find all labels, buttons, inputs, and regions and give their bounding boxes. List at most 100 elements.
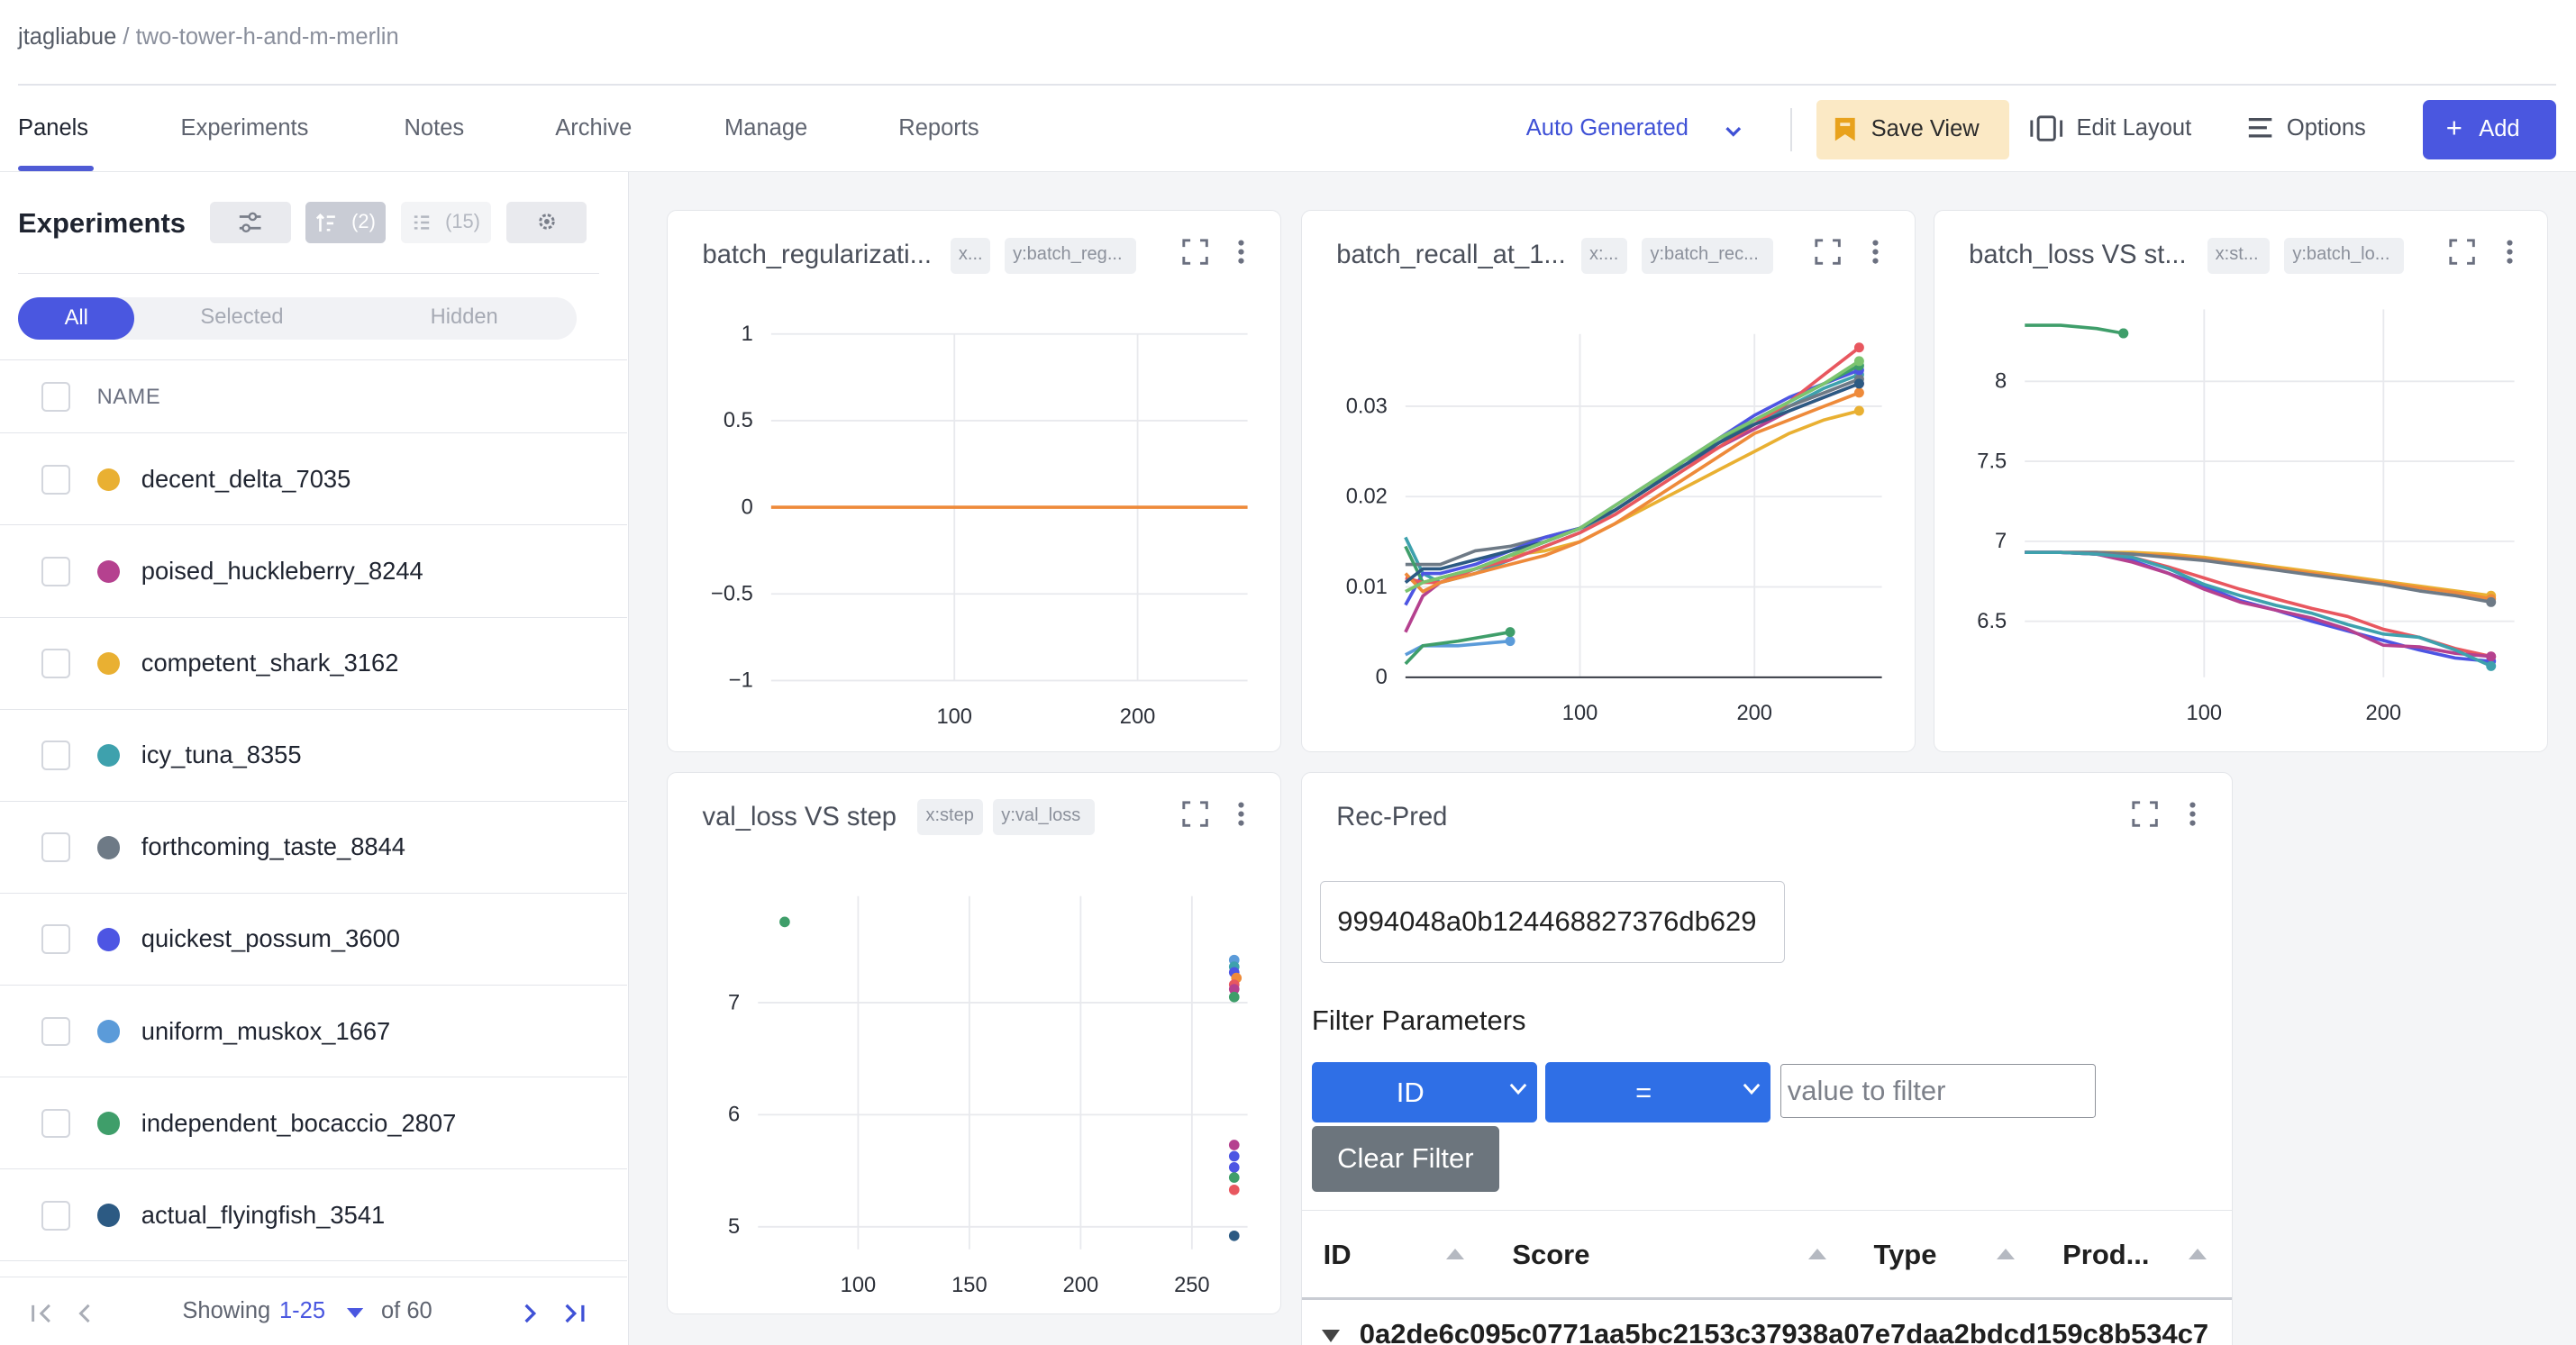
pager-total: of 60 [380,1298,432,1324]
segment-hidden[interactable]: Hidden [431,305,498,330]
first-page-icon[interactable] [30,1304,53,1323]
clear-filter-button[interactable]: Clear Filter [1311,1125,1499,1192]
view-select[interactable]: Auto Generated [1526,115,1741,141]
run-name[interactable]: competent_shark_3162 [141,649,399,677]
series-end-point [2486,661,2497,672]
filter-operator-select[interactable]: = [1544,1061,1770,1123]
filter-field-select[interactable]: ID [1311,1061,1537,1123]
columns-button[interactable]: (15) [400,202,492,243]
sort-arrow-icon[interactable] [2189,1249,2207,1259]
list-item[interactable]: quickest_possum_3600 [0,894,628,986]
run-color-dot[interactable] [96,651,121,676]
y-tick-label: 0.01 [1346,576,1388,599]
run-name[interactable]: quickest_possum_3600 [141,924,400,953]
chart-panel-batch-recall: batch_recall_at_1... x:... y:batch_rec..… [1300,210,1916,752]
list-item[interactable]: competent_shark_3162 [0,618,628,710]
prev-page-icon[interactable] [76,1304,92,1323]
row-checkbox[interactable] [41,464,71,495]
save-view-button[interactable]: Save View [1816,100,2009,159]
column-product[interactable]: Prod... [2062,1239,2149,1271]
filter-button[interactable] [210,202,291,243]
tab-reports[interactable]: Reports [898,115,979,141]
breadcrumb: jtagliabue / two-tower-h-and-m-merlin [18,24,399,50]
gear-icon [539,214,555,230]
segment-selected[interactable]: Selected [200,305,283,330]
run-color-dot[interactable] [96,468,121,492]
list-item[interactable]: decent_delta_7035 [0,433,628,526]
row-checkbox[interactable] [41,924,71,955]
list-item[interactable]: forthcoming_taste_8844 [0,802,628,894]
sort-button[interactable]: (2) [305,202,387,243]
tab-experiments[interactable]: Experiments [181,115,309,141]
sort-arrow-icon[interactable] [1997,1249,2016,1259]
tab-panels[interactable]: Panels [18,115,88,141]
user-id-input[interactable]: 9994048a0b124468827376db629 [1320,881,1785,964]
run-color-dot[interactable] [96,928,121,951]
run-color-dot[interactable] [96,743,121,768]
filter-value-input[interactable]: value to filter [1780,1063,2096,1118]
series-line [2025,323,2124,336]
column-type[interactable]: Type [1873,1239,1936,1271]
row-checkbox[interactable] [41,741,71,771]
row-checkbox[interactable] [41,1108,71,1139]
next-page-icon[interactable] [523,1304,539,1323]
chart-batch-loss[interactable]: 100 200 6.5 7 7.5 8 [1934,211,2548,752]
run-name[interactable]: icy_tuna_8355 [141,741,302,769]
row-checkbox[interactable] [41,1016,71,1047]
more-vertical-icon[interactable] [2188,801,2198,827]
run-name[interactable]: uniform_muskox_1667 [141,1017,390,1046]
list-item[interactable]: actual_flyingfish_3541 [0,1169,628,1262]
filter-field-value: ID [1396,1077,1425,1109]
tab-notes[interactable]: Notes [405,115,465,141]
run-color-dot[interactable] [96,559,121,584]
list-item[interactable]: poised_huckleberry_8244 [0,525,628,618]
name-column-header[interactable]: NAME [97,386,161,410]
column-score[interactable]: Score [1512,1239,1589,1271]
app: jtagliabue / two-tower-h-and-m-merlin Pa… [0,0,2576,1345]
run-color-dot[interactable] [96,1020,121,1043]
save-view-label: Save View [1871,116,1980,142]
x-tick-label: 200 [1063,1274,1099,1297]
last-page-icon[interactable] [563,1304,587,1323]
tab-manage[interactable]: Manage [724,115,807,141]
y-tick-label: 8 [1995,370,2007,394]
y-tick-label: 7 [728,991,740,1014]
chart-batch-recall[interactable]: 100 200 0 0.01 0.02 0.03 [1302,211,1916,752]
settings-button[interactable] [505,202,587,243]
expand-row-icon[interactable] [1321,1329,1340,1342]
run-name[interactable]: independent_bocaccio_2807 [141,1109,457,1138]
x-tick-label: 100 [841,1274,877,1297]
run-name[interactable]: forthcoming_taste_8844 [141,832,405,861]
list-item[interactable]: uniform_muskox_1667 [0,986,628,1077]
row-checkbox[interactable] [41,832,71,863]
run-color-dot[interactable] [96,1112,121,1135]
run-name[interactable]: poised_huckleberry_8244 [141,557,423,586]
breadcrumb-project[interactable]: two-tower-h-and-m-merlin [136,24,399,50]
chart-val-loss[interactable]: 100 150 200 250 5 6 7 [668,773,1281,1314]
column-id[interactable]: ID [1324,1239,1352,1271]
row-checkbox[interactable] [41,649,71,678]
list-item[interactable]: icy_tuna_8355 [0,710,628,802]
scatter-point [1229,1140,1240,1150]
breadcrumb-owner[interactable]: jtagliabue [18,24,116,50]
row-checkbox[interactable] [41,1200,71,1231]
tab-archive[interactable]: Archive [555,115,632,141]
panel-title: Rec-Pred [1336,802,1448,832]
table-row[interactable]: 0a2de6c095c0771aa5bc2153c37938a07e7daa2b… [1302,1304,2232,1345]
segment-all[interactable]: All [18,296,135,341]
list-item[interactable]: independent_bocaccio_2807 [0,1077,628,1170]
chart-batch-regularization[interactable]: 100 200 1 0.5 0 −0.5 −1 [668,211,1281,752]
y-tick-label: −1 [729,669,753,693]
add-button[interactable]: + Add [2423,100,2556,159]
sort-arrow-icon[interactable] [1446,1249,1465,1259]
run-color-dot[interactable] [96,835,121,859]
run-name[interactable]: actual_flyingfish_3541 [141,1201,385,1230]
pager-range[interactable]: 1-25 [279,1298,325,1324]
fullscreen-icon[interactable] [2132,801,2158,827]
run-name[interactable]: decent_delta_7035 [141,465,351,494]
range-dropdown-icon[interactable] [346,1308,363,1319]
sort-arrow-icon[interactable] [1807,1249,1826,1259]
select-all-checkbox[interactable] [41,381,71,412]
run-color-dot[interactable] [96,1204,121,1227]
row-checkbox[interactable] [41,557,71,586]
